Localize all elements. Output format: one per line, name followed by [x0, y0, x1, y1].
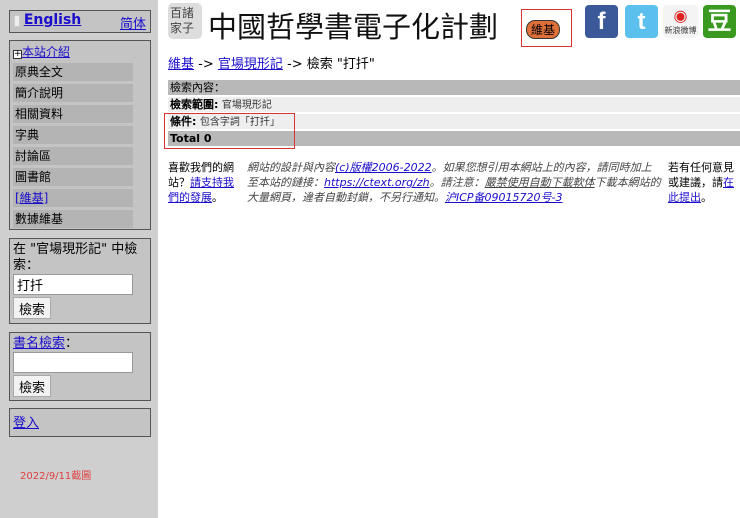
- content-row: 檢索內容：: [168, 80, 740, 95]
- wiki-badge[interactable]: 維基: [526, 20, 561, 39]
- simplified-link[interactable]: 简体: [120, 13, 146, 32]
- douban-icon[interactable]: 豆: [703, 5, 736, 38]
- footer-copyright: 網站的設計與內容(c)版權2006-2022。如果您想引用本網站上的內容，請同時…: [247, 161, 661, 204]
- language-box: English 简体: [9, 10, 151, 33]
- breadcrumb-current: 檢索 "打扦": [306, 57, 375, 72]
- date-note: 2022/9/11截圖: [20, 471, 92, 482]
- scope-row: 檢索範圍: 官場現形記: [168, 97, 740, 112]
- footer-feedback: 若有任何意見或建議，請在此提出。: [668, 161, 734, 204]
- scope-label: 檢索範圍:: [170, 98, 219, 111]
- title-search-input[interactable]: [13, 352, 133, 373]
- phone-icon: [14, 14, 20, 27]
- logo[interactable]: 百諸家子: [168, 3, 202, 39]
- book-search-box: 在 "官場現形記" 中檢索： 檢索: [9, 238, 151, 324]
- nav-dictionary[interactable]: 字典: [13, 126, 133, 144]
- ban-link[interactable]: 嚴禁使用自動下載軟体: [485, 176, 595, 189]
- sidebar: English 简体 +本站介紹 原典全文 簡介說明 相關資料 字典 討論區 圖…: [0, 0, 158, 518]
- title-search-box: 書名檢索： 檢索: [9, 332, 151, 401]
- content-label: 檢索內容：: [170, 81, 225, 94]
- title-search-button[interactable]: 檢索: [13, 375, 52, 397]
- breadcrumb: 維基 -> 官場現形記 -> 檢索 "打扦": [168, 53, 740, 72]
- title-search-link[interactable]: 書名檢索: [13, 336, 65, 351]
- breadcrumb-book[interactable]: 官場現形記: [218, 57, 283, 72]
- nav-texts[interactable]: 原典全文: [13, 63, 133, 81]
- breadcrumb-sep: ->: [287, 57, 303, 72]
- expand-icon[interactable]: +: [13, 50, 22, 59]
- book-search-input[interactable]: [13, 274, 133, 295]
- nav-intro[interactable]: 本站介紹: [22, 45, 70, 59]
- nav-intro-desc[interactable]: 簡介說明: [13, 84, 133, 102]
- nav-data-wiki[interactable]: 數據維基: [13, 210, 133, 228]
- weibo-label: 新浪微博: [664, 26, 697, 35]
- book-search-button[interactable]: 檢索: [13, 297, 52, 319]
- nav-forum[interactable]: 討論區: [13, 147, 133, 165]
- twitter-icon[interactable]: t: [625, 5, 658, 38]
- nav-box: +本站介紹 原典全文 簡介說明 相關資料 字典 討論區 圖書館 [維基] 數據維…: [9, 40, 151, 230]
- nav-library[interactable]: 圖書館: [13, 168, 133, 186]
- colon: ：: [65, 336, 79, 351]
- breadcrumb-wiki[interactable]: 維基: [168, 57, 194, 72]
- site-title: 中國哲學書電子化計劃: [208, 10, 499, 44]
- highlight-box: [164, 113, 295, 149]
- breadcrumb-sep: ->: [198, 57, 214, 72]
- facebook-icon[interactable]: f: [585, 5, 618, 38]
- book-search-label: 在 "官場現形記" 中檢索：: [13, 242, 138, 273]
- login-box: 登入: [9, 408, 151, 437]
- nav-wiki[interactable]: [維基]: [15, 191, 48, 205]
- url-link[interactable]: https://ctext.org/zh: [324, 176, 430, 189]
- weibo-icon[interactable]: ◉ 新浪微博: [663, 5, 698, 38]
- scope-value: 官場現形記: [221, 100, 272, 111]
- footer-support: 喜歡我們的網站？請支持我們的發展。: [168, 161, 234, 204]
- english-link[interactable]: English: [24, 12, 81, 28]
- copyright-link[interactable]: (c)版權2006-2022: [335, 161, 432, 174]
- login-link[interactable]: 登入: [13, 416, 39, 431]
- icp-link[interactable]: 沪ICP备09015720号-3: [445, 191, 563, 204]
- nav-resources[interactable]: 相關資料: [13, 105, 133, 123]
